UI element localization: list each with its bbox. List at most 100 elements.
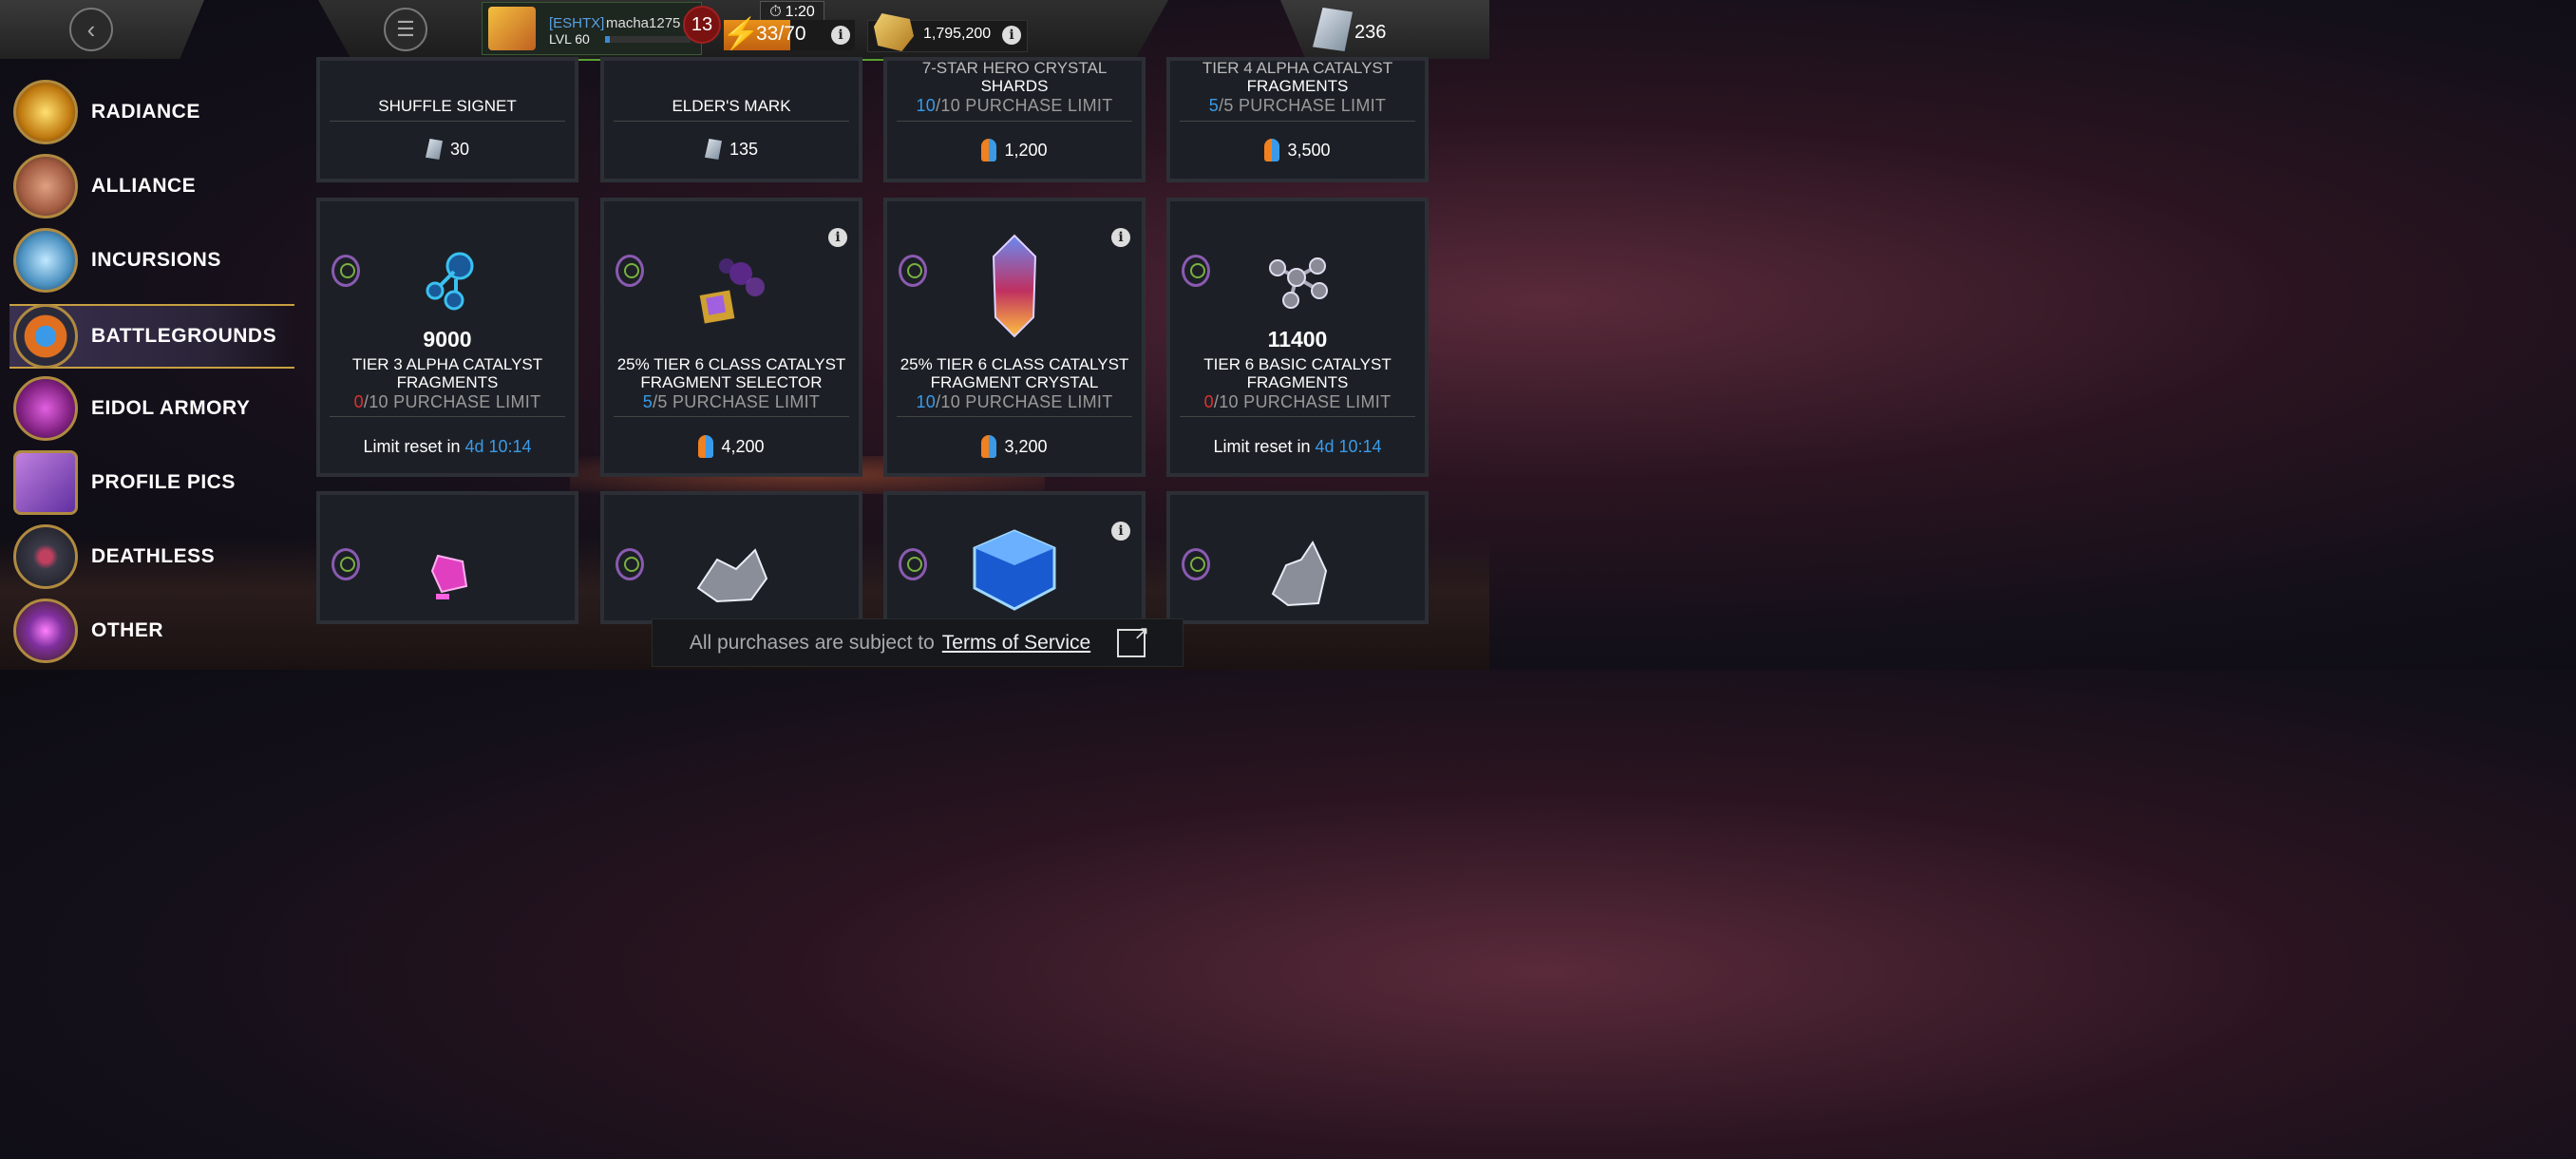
divider — [897, 121, 1132, 122]
notification-badge[interactable]: 13 — [683, 6, 721, 44]
divider — [1180, 121, 1415, 122]
divider — [330, 416, 565, 417]
divider — [897, 416, 1132, 417]
sidebar-item-battlegrounds[interactable]: BATTLEGROUNDS — [9, 304, 294, 369]
battlegrounds-currency-icon — [981, 435, 997, 458]
divider — [1180, 416, 1415, 417]
divider — [614, 121, 849, 122]
terms-footer: All purchases are subject to Terms of Se… — [652, 618, 1184, 667]
item-quantity: 9000 — [423, 327, 472, 352]
item-name: 25% TIER 6 CLASS CATALYST — [900, 355, 1129, 373]
player-name: macha1275 — [606, 15, 681, 31]
sidebar-item-label: RADIANCE — [91, 101, 200, 123]
store-item-card[interactable] — [1166, 491, 1429, 624]
purchase-limit: 5/5 PURCHASE LIMIT — [642, 392, 821, 411]
limit-reset: Limit reset in 4d 10:14 — [1213, 437, 1382, 456]
battlegrounds-badge-icon — [899, 255, 927, 287]
item-name: ELDER'S MARK — [672, 97, 791, 115]
limit-reset: Limit reset in 4d 10:14 — [363, 437, 532, 456]
battlegrounds-badge-icon — [331, 255, 360, 287]
battlegrounds-currency-icon — [1264, 139, 1280, 162]
sidebar-item-incursions[interactable]: INCURSIONS — [9, 228, 294, 293]
store-item-card[interactable]: ELDER'S MARK 135 — [600, 57, 862, 182]
store-item-card[interactable]: 7-STAR HERO CRYSTAL SHARDS 10/10 PURCHAS… — [883, 57, 1146, 182]
item-info-icon[interactable]: i — [1111, 228, 1130, 247]
purchase-limit: 10/10 PURCHASE LIMIT — [916, 392, 1113, 411]
store-item-card[interactable] — [600, 491, 862, 624]
chevron-left-icon: ‹ — [86, 14, 96, 44]
alpha-catalyst-icon — [426, 252, 474, 311]
item-name-line2: FRAGMENT CRYSTAL — [930, 373, 1099, 391]
gold-info-icon[interactable]: i — [1002, 26, 1021, 45]
battlegrounds-badge-icon — [899, 548, 927, 580]
store-item-card[interactable]: i 25% TIER 6 CLASS CATALYST FRAGMENT CRY… — [883, 198, 1146, 477]
item-quantity: 11400 — [1267, 327, 1328, 352]
purchase-limit: 0/10 PURCHASE LIMIT — [1203, 392, 1392, 411]
store-item-card[interactable]: SHUFFLE SIGNET 30 — [316, 57, 578, 182]
item-price: 3,200 — [887, 435, 1142, 458]
store-item-card[interactable]: i — [883, 491, 1146, 624]
item-info-icon[interactable]: i — [828, 228, 847, 247]
sidebar-item-other[interactable]: OTHER — [9, 598, 294, 663]
battlegrounds-badge-icon — [1182, 255, 1210, 287]
sidebar-item-alliance[interactable]: ALLIANCE — [9, 154, 294, 218]
item-price: 4,200 — [604, 435, 859, 458]
item-name-line2: FRAGMENTS — [396, 373, 499, 391]
sidebar-item-label: ALLIANCE — [91, 175, 197, 197]
store-item-card[interactable]: TIER 4 ALPHA CATALYST FRAGMENTS 5/5 PURC… — [1166, 57, 1429, 182]
divider — [330, 121, 565, 122]
item-name: TIER 3 ALPHA CATALYST — [351, 355, 543, 373]
battlegrounds-badge-icon — [331, 548, 360, 580]
gold-value: 1,795,200 — [923, 26, 992, 42]
purchase-limit: 10/10 PURCHASE LIMIT — [916, 96, 1113, 115]
shield-icon — [13, 154, 78, 218]
item-name-line2: FRAGMENTS — [1246, 373, 1349, 391]
eidol-armory-icon — [13, 376, 78, 441]
silver-ore-icon — [696, 548, 768, 603]
sidebar-item-profile-pics[interactable]: PROFILE PICS — [9, 450, 294, 515]
sidebar-item-label: EIDOL ARMORY — [91, 397, 251, 419]
player-profile[interactable]: [ESHTX] macha1275 LVL 60 — [482, 2, 702, 55]
battlegrounds-badge-icon — [616, 255, 644, 287]
units-value: 236 — [1354, 22, 1387, 43]
divider — [614, 416, 849, 417]
hooded-figure-icon — [13, 524, 78, 589]
external-link-icon[interactable] — [1117, 621, 1149, 657]
store-item-card[interactable]: 9000 TIER 3 ALPHA CATALYST FRAGMENTS 0/1… — [316, 198, 578, 477]
alliance-tag: [ESHTX] — [549, 15, 605, 31]
battlegrounds-currency-icon — [698, 435, 714, 458]
back-button[interactable]: ‹ — [69, 8, 113, 51]
sidebar-item-label: OTHER — [91, 619, 163, 641]
sidebar-item-label: PROFILE PICS — [91, 471, 236, 493]
timer-value: 1:20 — [785, 4, 815, 20]
item-name: FRAGMENTS — [1246, 77, 1349, 95]
sidebar-item-radiance[interactable]: RADIANCE — [9, 80, 294, 144]
purchase-limit: 5/5 PURCHASE LIMIT — [1208, 96, 1387, 115]
sidebar-item-deathless[interactable]: DEATHLESS — [9, 524, 294, 589]
class-catalyst-crystal-icon — [992, 234, 1037, 338]
store-item-card[interactable]: i 25% TIER 6 CLASS CATALYST FRAGMENT SEL… — [600, 198, 862, 477]
crystal-shard-icon — [13, 228, 78, 293]
item-info-icon[interactable]: i — [1111, 522, 1130, 541]
item-name-top: TIER 4 ALPHA CATALYST — [1202, 59, 1393, 77]
terms-of-service-link[interactable]: Terms of Service — [942, 632, 1090, 655]
item-name-line2: FRAGMENT SELECTOR — [640, 373, 823, 391]
class-catalyst-selector-icon — [699, 258, 765, 324]
player-avatar — [488, 7, 536, 50]
store-item-card[interactable] — [316, 491, 578, 624]
sidebar-item-label: INCURSIONS — [91, 249, 221, 271]
basic-catalyst-icon — [1269, 257, 1328, 309]
energy-info-icon[interactable]: i — [831, 26, 850, 45]
item-price: 30 — [320, 139, 575, 160]
store-item-card[interactable]: 11400 TIER 6 BASIC CATALYST FRAGMENTS 0/… — [1166, 198, 1429, 477]
profile-portrait-icon — [13, 450, 78, 515]
sidebar-item-eidol-armory[interactable]: EIDOL ARMORY — [9, 376, 294, 441]
sidebar-item-label: BATTLEGROUNDS — [91, 325, 277, 347]
stopwatch-icon: ⏱ — [769, 4, 782, 20]
energy-value: 33/70 — [756, 23, 806, 45]
player-level: LVL 60 — [549, 31, 590, 47]
item-price: 3,500 — [1170, 139, 1425, 162]
store-category-sidebar: RADIANCE ALLIANCE INCURSIONS BATTLEGROUN… — [0, 63, 304, 670]
menu-button[interactable]: ☰ — [384, 8, 427, 51]
units-icon — [704, 139, 722, 160]
